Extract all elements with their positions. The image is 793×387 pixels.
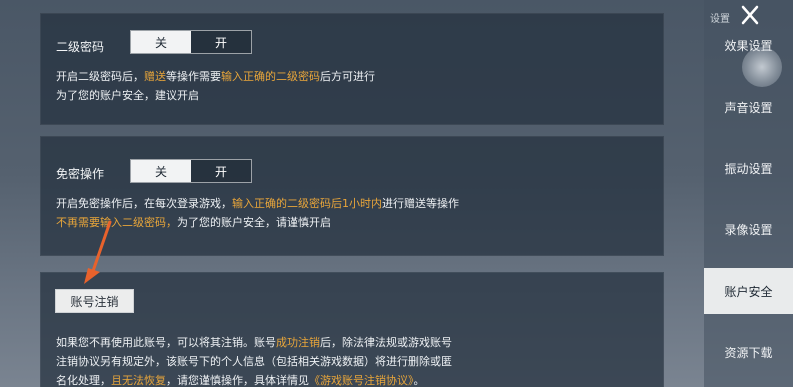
desc-text: 开启免密操作后，在每次登录游戏， — [56, 197, 232, 210]
secondary-password-label: 二级密码 — [56, 40, 105, 54]
secondary-password-panel: 二级密码 关 开 开启二级密码后，赠送等操作需要输入正确的二级密码后方可进行 为… — [40, 13, 664, 125]
floating-joystick-icon[interactable] — [742, 47, 782, 87]
sidebar-item-sound[interactable]: 声音设置 — [704, 99, 793, 116]
desc-text: 后方可进行 — [320, 70, 375, 83]
sidebar-item-resource-download[interactable]: 资源下载 — [704, 344, 793, 361]
secondary-password-off-option[interactable]: 关 — [131, 31, 191, 53]
desc-text: 注销协议另有规定外，该账号下的个人信息（包括相关游戏数据）将进行删除或匿 — [56, 355, 452, 368]
sidebar-item-recording[interactable]: 录像设置 — [704, 221, 793, 238]
sidebar-item-vibration[interactable]: 振动设置 — [704, 160, 793, 177]
password-free-label: 免密操作 — [56, 167, 105, 181]
desc-highlight: 输入正确的二级密码后1小时内 — [232, 197, 382, 210]
account-cancel-description: 如果您不再使用此账号，可以将其注销。账号成功注销后，除法律法规或游戏账号 注销协… — [56, 333, 452, 387]
desc-text: 等操作需要 — [166, 70, 221, 83]
secondary-password-description: 开启二级密码后，赠送等操作需要输入正确的二级密码后方可进行 为了您的账户安全，建… — [56, 67, 375, 105]
password-free-off-option[interactable]: 关 — [131, 160, 191, 182]
password-free-panel: 免密操作 关 开 开启免密操作后，在每次登录游戏，输入正确的二级密码后1小时内进… — [40, 136, 664, 256]
desc-text: ，请您谨慎操作，具体详情见 — [166, 374, 309, 387]
annotation-arrow-icon — [84, 220, 112, 284]
desc-text: 。 — [413, 374, 425, 387]
agreement-link[interactable]: 《游戏账号注销协议》 — [309, 374, 414, 387]
secondary-password-toggle[interactable]: 关 开 — [130, 30, 252, 54]
password-free-toggle[interactable]: 关 开 — [130, 159, 252, 183]
secondary-password-on-option[interactable]: 开 — [191, 31, 251, 53]
account-cancel-panel: 账号注销 如果您不再使用此账号，可以将其注销。账号成功注销后，除法律法规或游戏账… — [40, 272, 664, 387]
desc-text: 进行赠送等操作 — [382, 197, 459, 210]
desc-highlight: 输入正确的二级密码 — [221, 70, 320, 83]
desc-text: 为了您的账户安全，建议开启 — [56, 89, 199, 102]
sidebar-header: 设置 — [710, 14, 730, 25]
password-free-on-option[interactable]: 开 — [191, 160, 251, 182]
account-cancel-button[interactable]: 账号注销 — [55, 289, 134, 313]
desc-text: 名化处理， — [56, 374, 111, 387]
desc-highlight: 赠送 — [144, 70, 166, 83]
sidebar-item-account-security[interactable]: 账户安全 — [704, 268, 793, 314]
desc-highlight: 成功注销 — [276, 336, 320, 349]
desc-text: 后，除法律法规或游戏账号 — [320, 336, 452, 349]
desc-text: 为了您的账户安全，请谨慎开启 — [177, 216, 331, 229]
desc-highlight: 且无法恢复 — [111, 374, 166, 387]
close-icon[interactable] — [740, 4, 760, 26]
desc-text: 如果您不再使用此账号，可以将其注销。账号 — [56, 336, 276, 349]
desc-text: 开启二级密码后， — [56, 70, 144, 83]
